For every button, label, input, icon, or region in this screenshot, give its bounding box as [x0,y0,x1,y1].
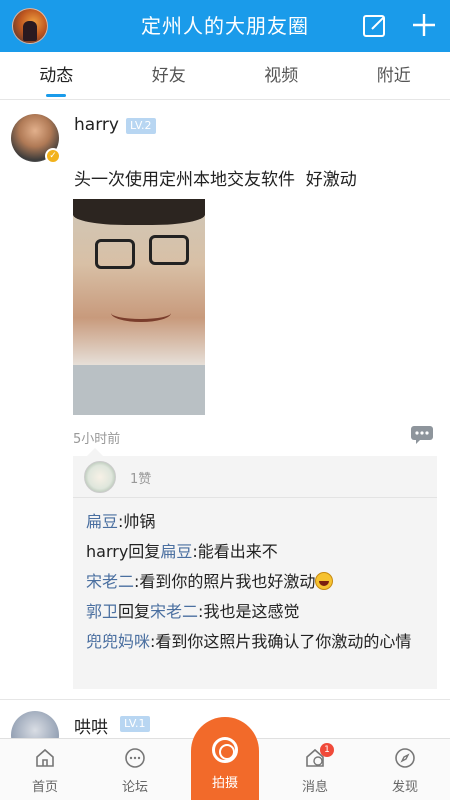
feed[interactable]: ✓ harry LV.2 头一次使用定州本地交友软件 好激动 5小时前 1赞 扁… [0,101,450,738]
reply-target[interactable]: 扁豆 [160,542,192,561]
comment-item[interactable]: 兜兜妈咪:看到你这照片我确认了你激动的心情 [86,630,426,654]
post-time: 5小时前 [73,432,121,447]
tab-dynamic[interactable]: 动态 [0,52,113,99]
nav-discover[interactable]: 发现 [360,739,450,800]
post-username[interactable]: 哄哄 [74,713,108,738]
post-avatar[interactable]: ✓ [11,114,61,164]
level-badge: LV.2 [126,118,156,134]
reply-word: 回复 [118,602,151,621]
grinning-emoji-icon [315,572,334,590]
comment-author[interactable]: 扁豆 [86,512,118,531]
nav-forum[interactable]: 论坛 [90,739,180,800]
tab-bar: 动态 好友 视频 附近 [0,52,450,100]
comment-text: :帅锅 [118,512,156,531]
reply-word: 回复 [128,542,161,561]
capture-label: 拍摄 [211,776,238,791]
comment-item[interactable]: 郭卫回复宋老二:我也是这感觉 [86,600,426,624]
top-bar: 定州人的大朋友圈 [0,0,450,52]
nav-home[interactable]: 首页 [0,739,90,800]
comment-author[interactable]: harry [86,542,128,561]
comment-item[interactable]: harry回复扁豆:能看出来不 [86,540,426,564]
tab-nearby[interactable]: 附近 [338,52,450,99]
nav-home-label: 首页 [31,780,58,795]
comment-text: :我也是这感觉 [198,602,300,621]
nav-discover-label: 发现 [391,780,418,795]
capture-button[interactable]: 拍摄 [191,717,259,800]
comment-box: 1赞 扁豆:帅锅 harry回复扁豆:能看出来不 宋老二:看到你的照片我也好激动… [73,448,437,689]
reply-target[interactable]: 宋老二 [150,602,198,621]
verified-badge-icon: ✓ [45,148,61,164]
forum-icon [125,748,145,768]
comment-author[interactable]: 兜兜妈咪 [86,632,150,651]
camera-shutter-icon [212,737,238,763]
photo-mouth [111,304,171,322]
comment-author[interactable]: 宋老二 [86,572,134,591]
comment-item[interactable]: 扁豆:帅锅 [86,510,426,534]
post-text: 头一次使用定州本地交友软件 好激动 [74,170,357,190]
like-divider [73,497,437,498]
comment-item[interactable]: 宋老二:看到你的照片我也好激动 [86,570,426,594]
comment-text: :能看出来不 [192,542,278,561]
comment-text: :看到你的照片我也好激动 [134,572,316,591]
level-badge: LV.1 [120,716,150,732]
post-avatar[interactable] [11,711,59,738]
messages-badge: 1 [320,743,334,757]
tab-friends[interactable]: 好友 [113,52,226,99]
comment-icon[interactable] [410,425,434,445]
nav-messages-label: 消息 [301,780,328,795]
comment-text: :看到你这照片我确认了你激动的心情 [150,632,412,651]
compass-icon [395,748,415,768]
post-photo[interactable] [73,199,205,415]
post-divider [0,699,450,700]
photo-glasses-left [95,239,135,269]
tab-video[interactable]: 视频 [225,52,338,99]
photo-glasses-right [149,235,189,265]
like-count: 1赞 [130,472,152,487]
nav-forum-label: 论坛 [121,780,148,795]
comment-author[interactable]: 郭卫 [86,602,118,621]
home-icon [36,748,54,767]
liker-avatar[interactable] [84,461,116,493]
edit-icon[interactable] [362,13,388,39]
post-username[interactable]: harry [74,115,119,135]
nav-messages[interactable]: 1 消息 [270,739,360,800]
plus-icon[interactable] [411,12,437,38]
photo-hair [73,199,205,225]
photo-shirt [73,365,205,415]
